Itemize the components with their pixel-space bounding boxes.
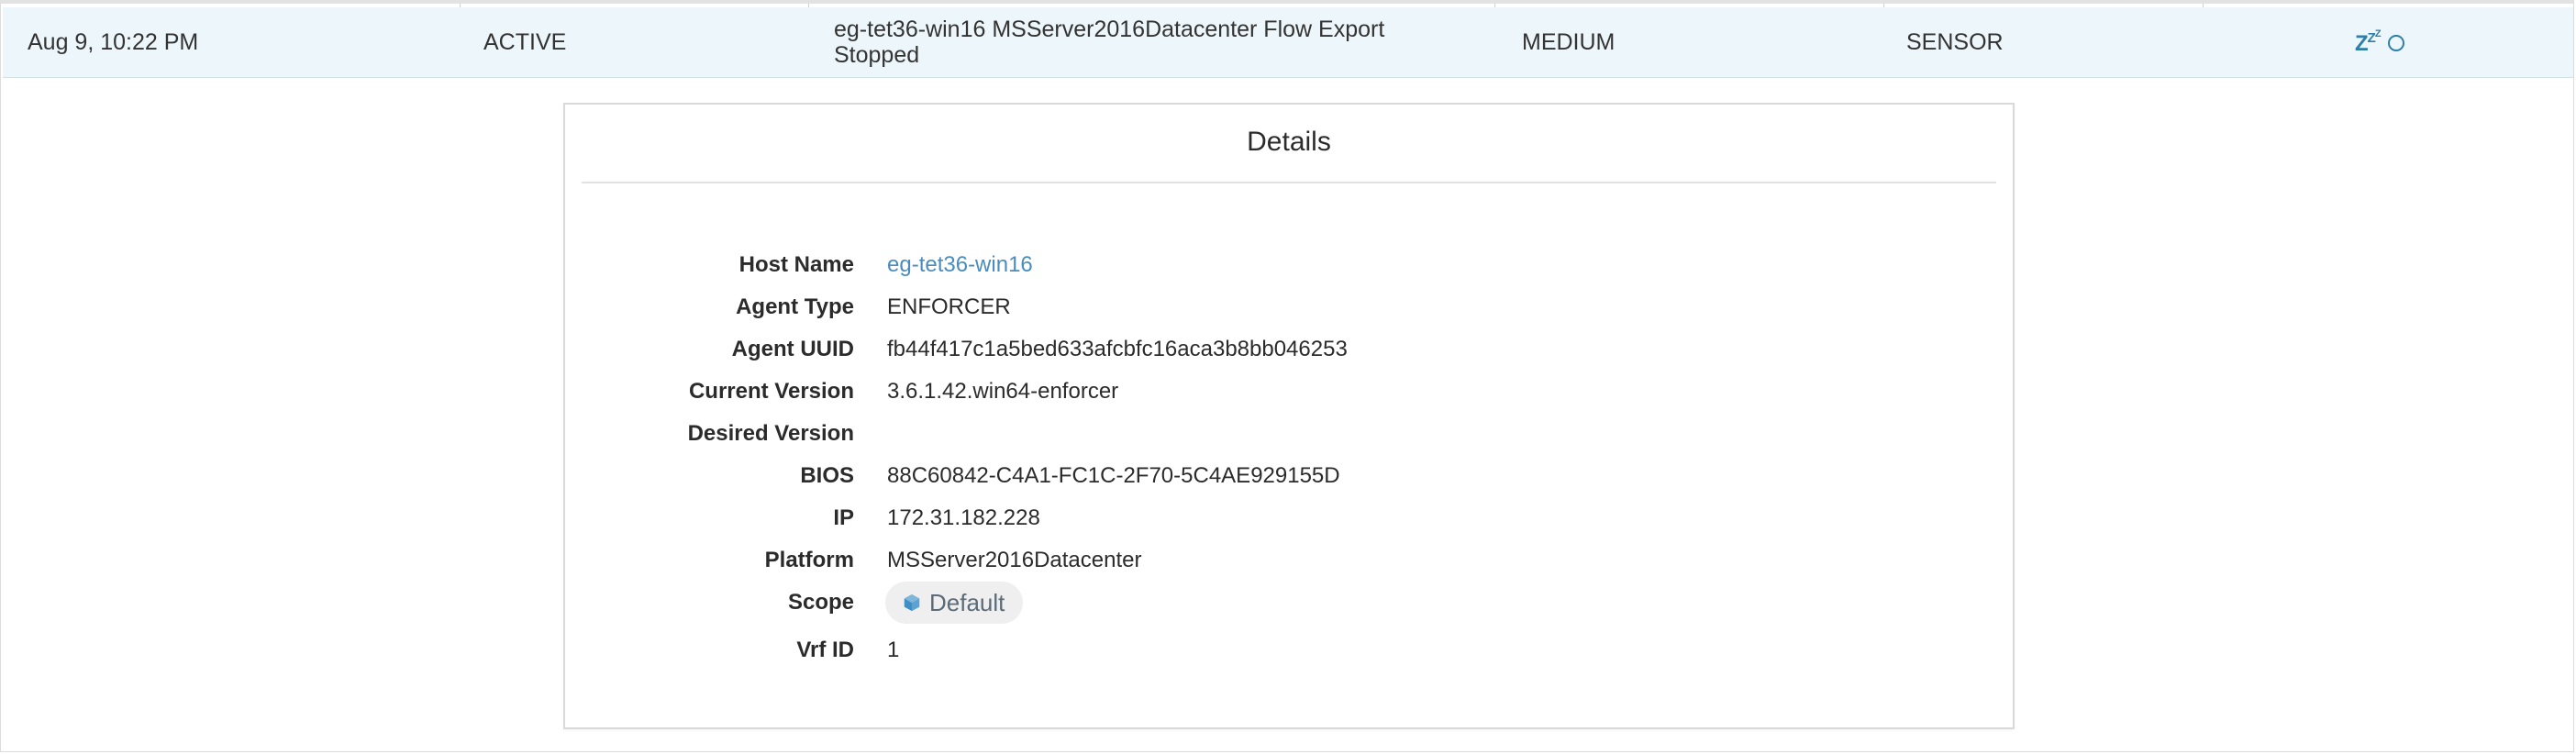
- field-value: MSServer2016Datacenter: [887, 548, 1142, 572]
- field-bios: BIOS 88C60842-C4A1-FC1C-2F70-5C4AE929155…: [565, 455, 2013, 497]
- field-platform: Platform MSServer2016Datacenter: [565, 539, 2013, 582]
- field-label: Agent UUID: [731, 337, 854, 361]
- field-value: 88C60842-C4A1-FC1C-2F70-5C4AE929155D: [887, 463, 1340, 488]
- field-agent-type: Agent Type ENFORCER: [565, 286, 2013, 328]
- field-vrf-id: Vrf ID 1: [565, 629, 2013, 671]
- snooze-icon[interactable]: ZZZ: [2355, 29, 2382, 55]
- field-label: Scope: [787, 590, 854, 615]
- column-divider: [808, 4, 809, 7]
- field-current-version: Current Version 3.6.1.42.win64-enforcer: [565, 371, 2013, 413]
- field-value: 172.31.182.228: [887, 505, 1040, 530]
- field-label: Host Name: [738, 252, 854, 277]
- field-desired-version: Desired Version: [565, 413, 2013, 455]
- field-label: Vrf ID: [796, 638, 854, 662]
- alert-actions: ZZZ: [2355, 7, 2404, 77]
- field-value: fb44f417c1a5bed633afcbfc16aca3b8bb046253: [887, 337, 1348, 361]
- circle-icon[interactable]: [2387, 35, 2404, 51]
- field-scope: Scope Default: [565, 582, 2013, 624]
- column-divider: [1494, 4, 1495, 7]
- field-label: IP: [833, 505, 854, 530]
- alert-type: SENSOR: [1906, 28, 2004, 55]
- alert-message-cell: eg-tet36-win16 MSServer2016Datacenter Fl…: [834, 7, 1421, 77]
- column-divider: [2203, 4, 2204, 7]
- field-value: 3.6.1.42.win64-enforcer: [887, 379, 1119, 404]
- host-name-link[interactable]: eg-tet36-win16: [887, 252, 1033, 278]
- field-ip: IP 172.31.182.228: [565, 497, 2013, 539]
- field-value: 1: [887, 638, 900, 662]
- alert-status: ACTIVE: [483, 28, 567, 55]
- field-agent-uuid: Agent UUID fb44f417c1a5bed633afcbfc16aca…: [565, 328, 2013, 371]
- details-panel: Details Host Name eg-tet36-win16 Agent T…: [563, 103, 2015, 729]
- field-label: Platform: [764, 548, 854, 572]
- cube-icon: [904, 593, 920, 612]
- scope-badge[interactable]: Default: [885, 582, 1024, 624]
- field-host-name: Host Name eg-tet36-win16: [565, 244, 2013, 286]
- alert-time: Aug 9, 10:22 PM: [28, 28, 199, 55]
- field-label: BIOS: [800, 463, 854, 488]
- alerts-table: Aug 9, 10:22 PM ACTIVE eg-tet36-win16 MS…: [0, 0, 2574, 752]
- divider: [582, 182, 1996, 183]
- scope-label: Default: [929, 588, 1005, 616]
- alert-message: eg-tet36-win16 MSServer2016Datacenter Fl…: [834, 17, 1385, 68]
- alert-row[interactable]: Aug 9, 10:22 PM ACTIVE eg-tet36-win16 MS…: [3, 4, 2573, 78]
- column-divider: [460, 4, 461, 7]
- field-label: Desired Version: [687, 421, 854, 446]
- field-value: ENFORCER: [887, 294, 1011, 319]
- alert-severity: MEDIUM: [1522, 28, 1616, 55]
- details-title: Details: [1247, 127, 1331, 157]
- field-label: Current Version: [688, 379, 854, 404]
- field-label: Agent Type: [736, 294, 854, 319]
- column-divider: [1883, 4, 1884, 7]
